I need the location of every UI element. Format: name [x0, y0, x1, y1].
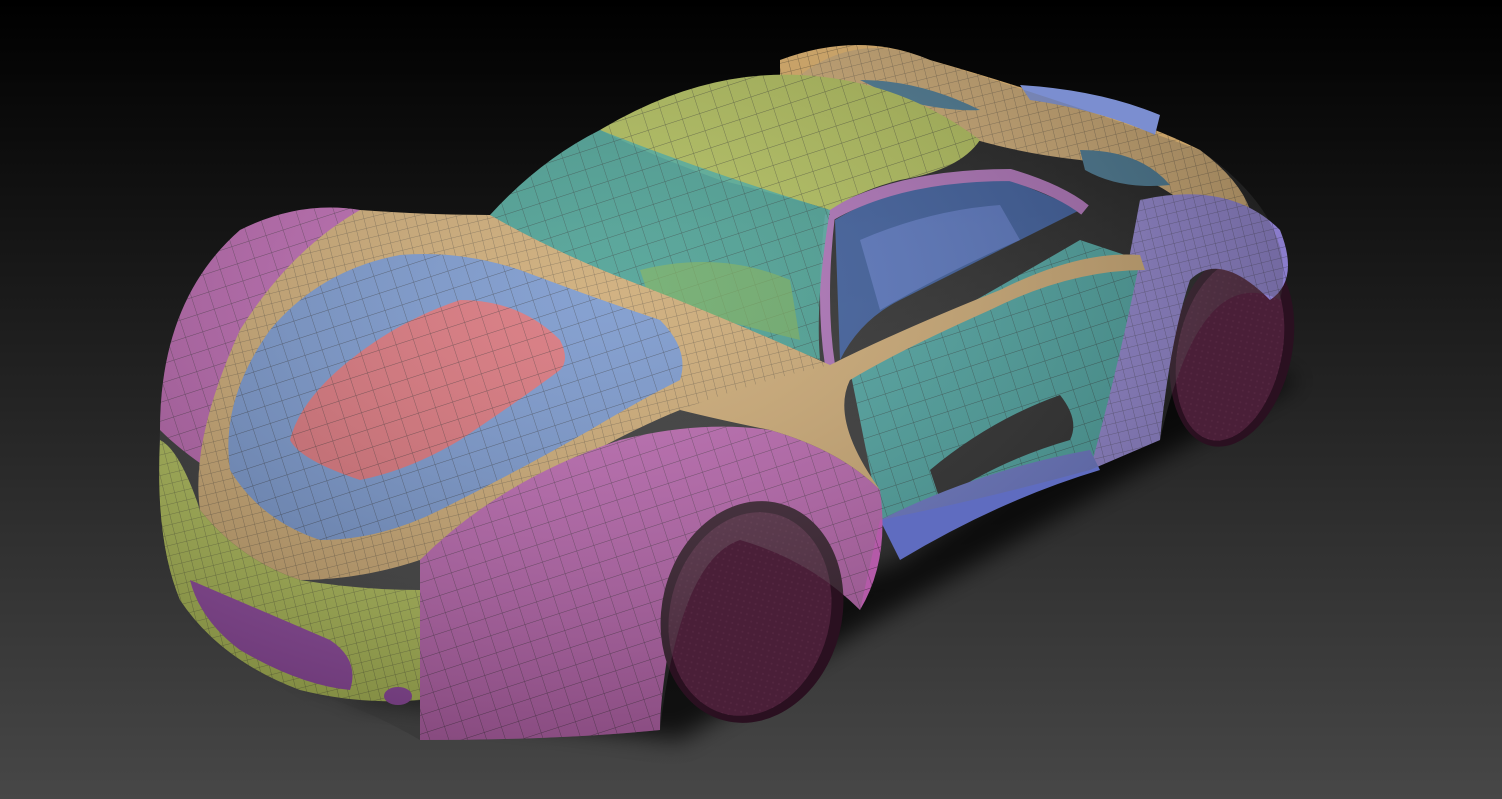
car-render — [0, 0, 1502, 799]
3d-viewport — [0, 0, 1502, 799]
